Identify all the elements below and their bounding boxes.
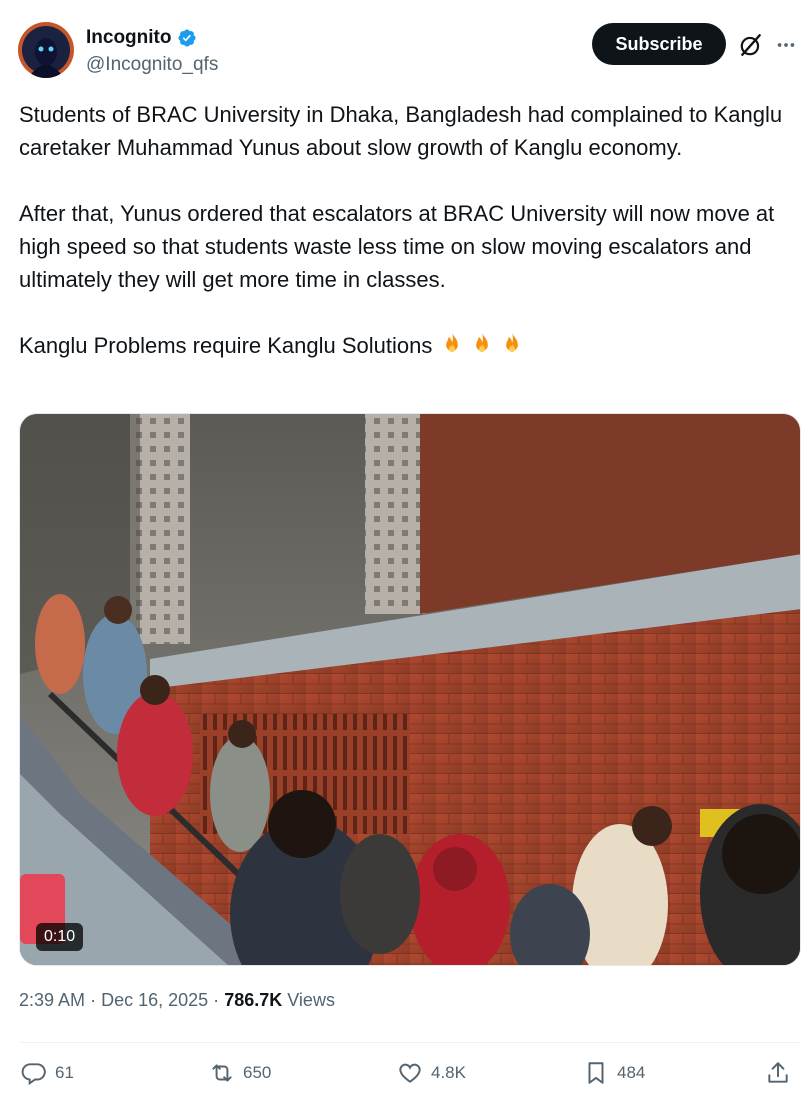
bookmark-icon <box>588 1062 604 1084</box>
reply-count: 61 <box>55 1063 74 1082</box>
repost-button[interactable]: 650 <box>209 1060 271 1086</box>
heart-icon <box>399 1063 421 1083</box>
share-icon <box>768 1062 788 1083</box>
repost-count: 650 <box>243 1063 272 1082</box>
grok-icon[interactable] <box>738 32 764 58</box>
post-paragraph: Students of BRAC University in Dhaka, Ba… <box>19 102 783 160</box>
avatar[interactable] <box>18 22 74 78</box>
share-button[interactable] <box>765 1060 791 1086</box>
author-name[interactable]: Incognito <box>86 27 171 49</box>
post-text: Students of BRAC University in Dhaka, Ba… <box>19 98 794 362</box>
divider <box>19 1042 801 1043</box>
reply-icon <box>21 1063 46 1086</box>
post-time[interactable]: 2:39 AM <box>19 990 85 1010</box>
like-button[interactable]: 4.8K <box>397 1060 466 1086</box>
post-date[interactable]: Dec 16, 2025 <box>101 990 208 1010</box>
like-count: 4.8K <box>431 1063 466 1082</box>
repost-icon <box>212 1064 232 1082</box>
fire-icon <box>446 332 459 353</box>
post-meta: 2:39 AM · Dec 16, 2025 · 786.7K Views <box>19 990 335 1011</box>
video-frame <box>20 414 800 965</box>
verified-badge-icon <box>178 29 197 47</box>
views-label: Views <box>287 990 335 1010</box>
post-closing-line: Kanglu Problems require Kanglu Solutions <box>19 333 433 358</box>
meta-separator: · <box>90 990 97 1010</box>
video-duration-badge: 0:10 <box>36 923 84 951</box>
action-bar: 61 650 4.8K 484 <box>19 1056 801 1100</box>
video-player[interactable]: 0:10 <box>19 413 801 966</box>
fire-emoji-group <box>438 332 528 358</box>
views-count: 786.7K <box>224 990 283 1010</box>
more-horizontal-icon[interactable] <box>774 34 798 56</box>
reply-button[interactable]: 61 <box>21 1060 74 1086</box>
fire-icon <box>476 332 489 353</box>
bookmark-button[interactable]: 484 <box>583 1060 645 1086</box>
post-header: Incognito @Incognito_qfs Subscribe <box>18 20 798 80</box>
fire-icon <box>506 332 519 353</box>
post-paragraph: After that, Yunus ordered that escalator… <box>19 201 775 292</box>
author-handle[interactable]: @Incognito_qfs <box>86 54 218 76</box>
post-paragraph-last: Kanglu Problems require Kanglu Solutions <box>19 329 794 362</box>
meta-separator: · <box>213 990 220 1010</box>
bookmark-count: 484 <box>617 1063 646 1082</box>
subscribe-button[interactable]: Subscribe <box>592 23 726 65</box>
